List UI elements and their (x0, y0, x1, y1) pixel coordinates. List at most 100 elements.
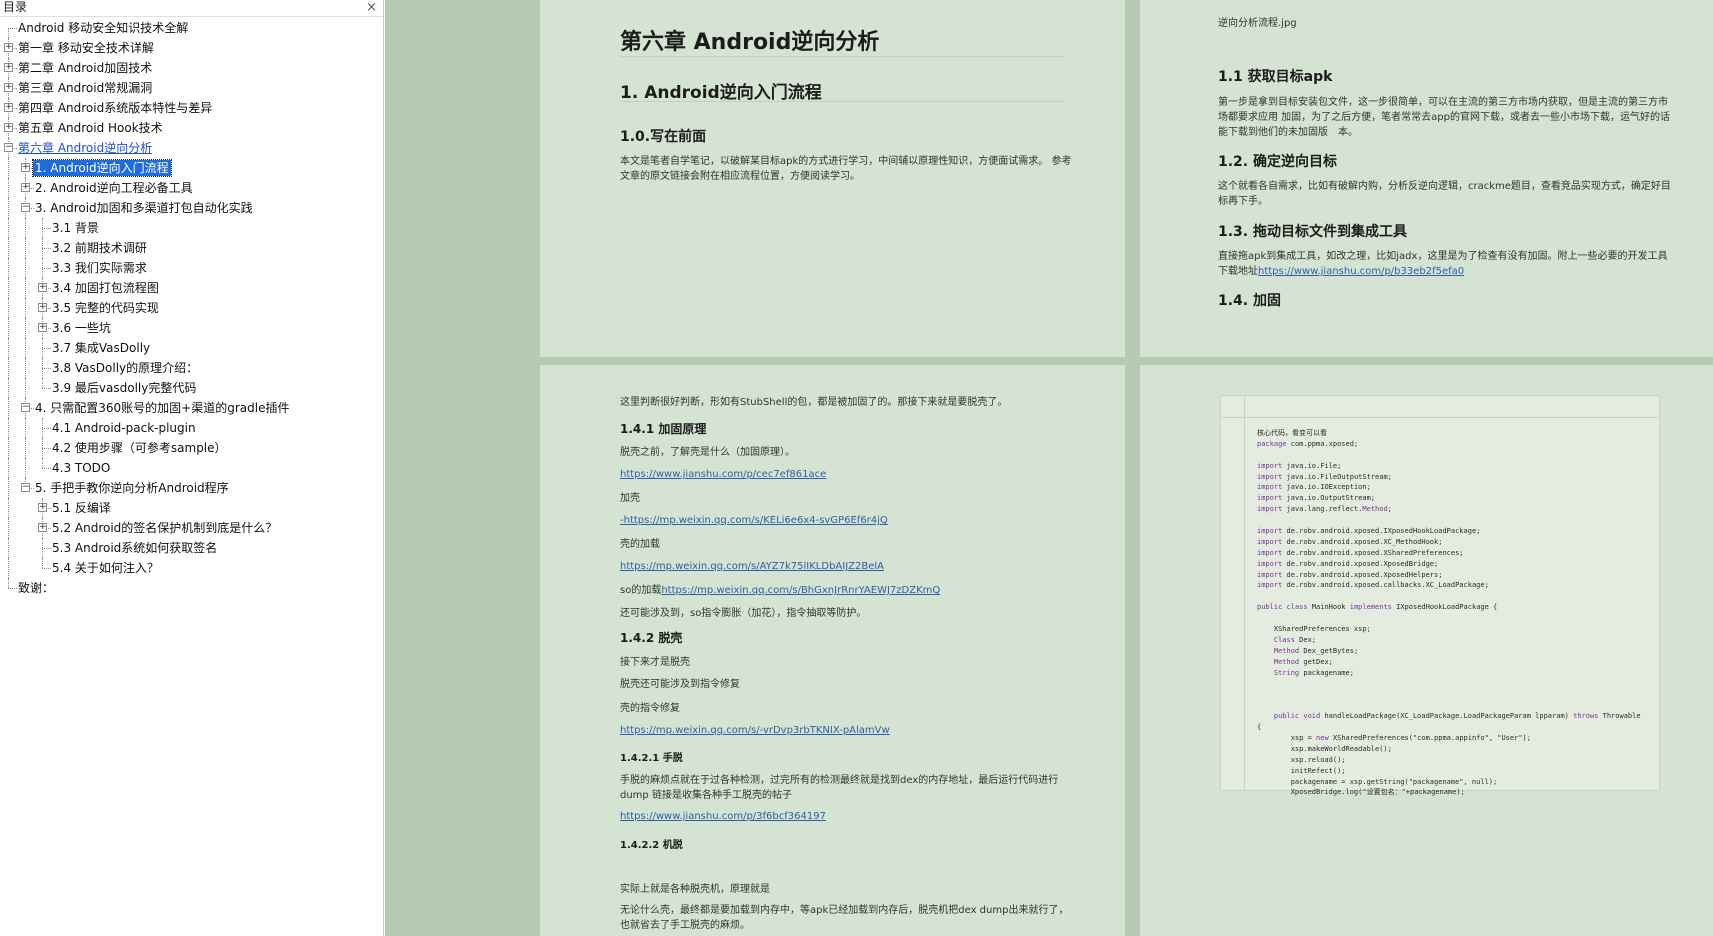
toc-item[interactable]: +2. Android逆向工程必备工具 (0, 178, 383, 198)
toc-item-label[interactable]: 5.4 关于如何注入？ (50, 560, 161, 576)
tree-line (25, 458, 26, 478)
toc-item-label[interactable]: 2. Android逆向工程必备工具 (33, 180, 195, 196)
toc-item-label[interactable]: Android 移动安全知识技术全解 (16, 20, 190, 36)
toc-item[interactable]: +5.2 Android的签名保护机制到底是什么？ (0, 518, 383, 538)
toc-item[interactable]: + 第四章 Android系统版本特性与差异 (0, 98, 383, 118)
toc-item-label[interactable]: 3.8 VasDolly的原理介绍： (50, 360, 200, 376)
expand-icon[interactable]: + (4, 43, 13, 52)
toc-item-label[interactable]: 第五章 Android Hook技术 (16, 120, 165, 136)
heading-1-1: 1.1 获取目标apk (1218, 69, 1333, 85)
toc-item-label[interactable]: 3.6 一些坑 (50, 320, 113, 336)
toc-item[interactable]: −5. 手把手教你逆向分析Android程序 (0, 478, 383, 498)
toc-item-label[interactable]: 3.4 加固打包流程图 (50, 280, 161, 296)
toc-item-label[interactable]: 致谢： (16, 580, 56, 596)
toc-item[interactable]: 3.3 我们实际需求 (0, 258, 383, 278)
collapse-icon[interactable]: − (4, 143, 13, 152)
expand-icon[interactable]: + (38, 303, 47, 312)
toc-item-label[interactable]: 4.1 Android-pack-plugin (50, 420, 198, 436)
toc-item[interactable]: +3.5 完整的代码实现 (0, 298, 383, 318)
toc-item-label[interactable]: 3.9 最后vasdolly完整代码 (50, 380, 198, 396)
heading-1-4: 1.4. 加固 (1218, 293, 1281, 309)
toc-item[interactable]: 3.2 前期技术调研 (0, 238, 383, 258)
toc-item[interactable]: 4.1 Android-pack-plugin (0, 418, 383, 438)
toc-item[interactable]: 致谢： (0, 578, 383, 598)
collapse-icon[interactable]: − (21, 203, 30, 212)
toc-item-label[interactable]: 4.3 TODO (50, 460, 112, 476)
expand-icon[interactable]: + (38, 503, 47, 512)
link-1[interactable]: https://www.jianshu.com/p/cec7ef861ace (620, 469, 826, 480)
toc-item-label[interactable]: 第一章 移动安全技术详解 (16, 40, 156, 56)
toc-item[interactable]: Android 移动安全知识技术全解 (0, 18, 383, 38)
expand-icon[interactable]: + (38, 283, 47, 292)
toc-item-label[interactable]: 3.1 背景 (50, 220, 101, 236)
toc-item-label[interactable]: 第二章 Android加固技术 (16, 60, 154, 76)
tree-line (8, 378, 9, 398)
toc-item[interactable]: +1. Android逆向入门流程 (0, 158, 383, 178)
expand-icon[interactable]: + (4, 123, 13, 132)
expand-icon[interactable]: + (4, 103, 13, 112)
toc-item-label[interactable]: 第六章 Android逆向分析 (16, 140, 154, 156)
tree-line (25, 298, 26, 318)
toc-item-label[interactable]: 5.2 Android的签名保护机制到底是什么？ (50, 520, 279, 536)
link-3[interactable]: https://mp.weixin.qq.com/s/AYZ7k75lIKLDb… (620, 561, 884, 572)
toc-item[interactable]: −3. Android加固和多渠道打包自动化实践 (0, 198, 383, 218)
toc-item[interactable]: 5.3 Android系统如何获取签名 (0, 538, 383, 558)
toc-item[interactable]: −4. 只需配置360账号的加固+渠道的gradle插件 (0, 398, 383, 418)
toc-item-label[interactable]: 5.1 反编译 (50, 500, 113, 516)
tools-link[interactable]: https://www.jianshu.com/p/b33eb2f5efa0 (1258, 266, 1464, 277)
expand-icon[interactable]: + (21, 163, 30, 172)
collapse-icon[interactable]: − (21, 483, 30, 492)
toc-item-label[interactable]: 5. 手把手教你逆向分析Android程序 (33, 480, 231, 496)
tree-line (8, 298, 9, 318)
toc-item[interactable]: +3.4 加固打包流程图 (0, 278, 383, 298)
expand-icon[interactable]: + (21, 183, 30, 192)
expand-icon[interactable]: + (38, 323, 47, 332)
expand-icon[interactable]: + (4, 63, 13, 72)
toc-item[interactable]: 3.7 集成VasDolly (0, 338, 383, 358)
toc-item[interactable]: + 第二章 Android加固技术 (0, 58, 383, 78)
toc-item[interactable]: +5.1 反编译 (0, 498, 383, 518)
toc-item[interactable]: − 第六章 Android逆向分析 (0, 138, 383, 158)
chapter-title: 第六章 Android逆向分析 (620, 30, 880, 55)
toc-item-label[interactable]: 4.2 使用步骤（可参考sample） (50, 440, 229, 456)
toc-item[interactable]: +3.6 一些坑 (0, 318, 383, 338)
tree-line (25, 278, 26, 298)
link-6[interactable]: https://www.jianshu.com/p/3f6bcf364197 (620, 811, 826, 822)
toc-item-label[interactable]: 第四章 Android系统版本特性与差异 (16, 100, 214, 116)
link-4[interactable]: https://mp.weixin.qq.com/s/BhGxnJrRnrYAE… (661, 585, 940, 596)
expand-icon[interactable]: + (4, 83, 13, 92)
close-icon[interactable]: × (366, 0, 377, 15)
toc-item[interactable]: + 第三章 Android常规漏洞 (0, 78, 383, 98)
toc-item-label[interactable]: 3. Android加固和多渠道打包自动化实践 (33, 200, 255, 216)
code-line: import de.robv.android.xposed.IXposedHoo… (1257, 527, 1481, 536)
tree-line (8, 218, 9, 238)
tree-line (42, 558, 43, 568)
toc-item[interactable]: 3.8 VasDolly的原理介绍： (0, 358, 383, 378)
toc-item[interactable]: 4.2 使用步骤（可参考sample） (0, 438, 383, 458)
expand-icon[interactable]: + (38, 523, 47, 532)
tree-line (8, 318, 9, 338)
toc-item-label[interactable]: 1. Android逆向入门流程 (32, 159, 172, 177)
toc-item[interactable]: 3.9 最后vasdolly完整代码 (0, 378, 383, 398)
collapse-icon[interactable]: − (21, 403, 30, 412)
toc-item-label[interactable]: 第三章 Android常规漏洞 (16, 80, 154, 96)
toc-item-label[interactable]: 3.3 我们实际需求 (50, 260, 149, 276)
link-2[interactable]: -https://mp.weixin.qq.com/s/KELi6e6x4-sv… (620, 515, 888, 526)
toc-item-label[interactable]: 3.5 完整的代码实现 (50, 300, 161, 316)
toc-item-label[interactable]: 5.3 Android系统如何获取签名 (50, 540, 219, 556)
document-view[interactable]: 第六章 Android逆向分析 1. Android逆向入门流程 1.0.写在前… (385, 0, 1713, 936)
code-line: import de.robv.android.xposed.XSharedPre… (1257, 548, 1464, 557)
code-line: public void handleLoadPackage(XC_LoadPac… (1273, 712, 1641, 721)
toc-item[interactable]: 5.4 关于如何注入？ (0, 558, 383, 578)
toc-item-label[interactable]: 3.2 前期技术调研 (50, 240, 149, 256)
toc-item[interactable]: + 第五章 Android Hook技术 (0, 118, 383, 138)
toc-item-label[interactable]: 4. 只需配置360账号的加固+渠道的gradle插件 (33, 400, 291, 416)
link-5[interactable]: https://mp.weixin.qq.com/s/-vrDvp3rbTKNI… (620, 725, 890, 736)
toc-item-label[interactable]: 3.7 集成VasDolly (50, 340, 152, 356)
toc-item[interactable]: + 第一章 移动安全技术详解 (0, 38, 383, 58)
tree-line (8, 398, 9, 418)
toc-item[interactable]: 4.3 TODO (0, 458, 383, 478)
toc-item[interactable]: 3.1 背景 (0, 218, 383, 238)
